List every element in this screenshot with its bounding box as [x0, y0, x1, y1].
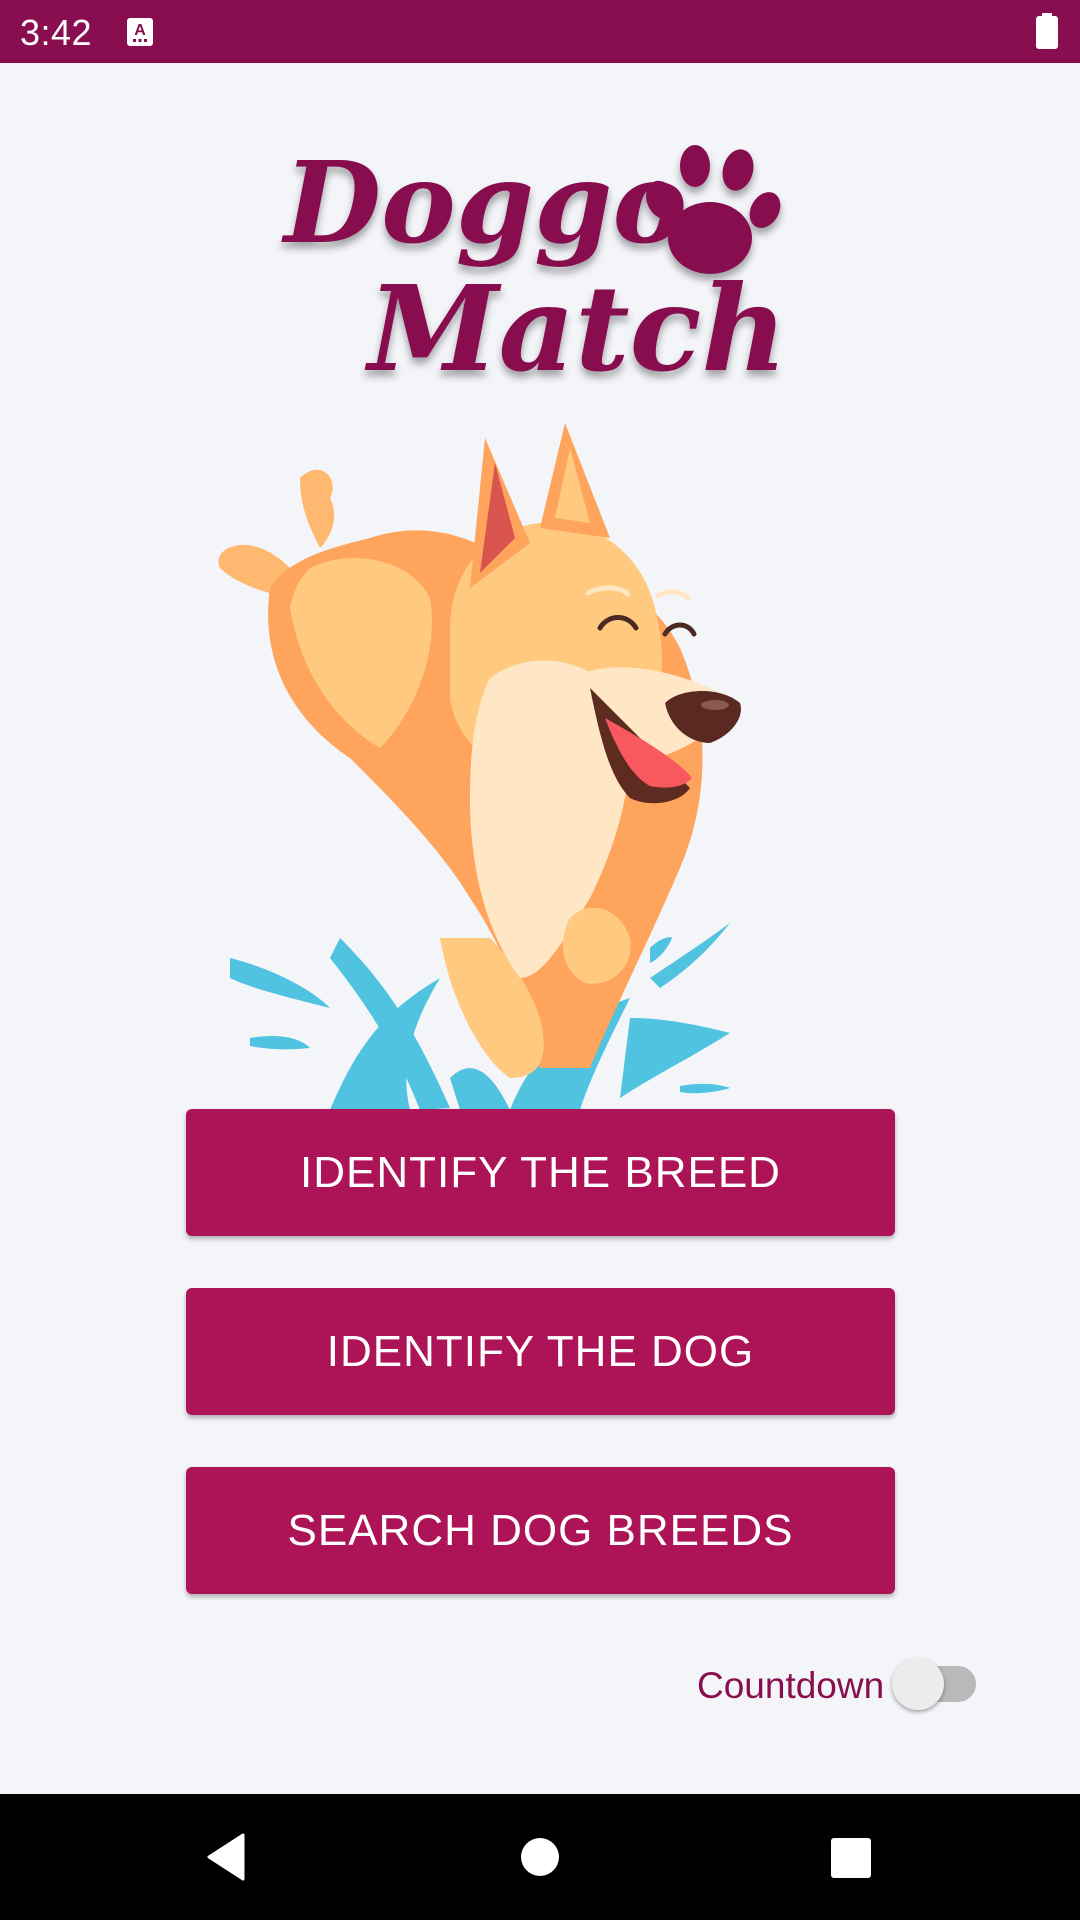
jumping-dog-illustration	[218, 423, 741, 1110]
back-triangle-icon[interactable]	[205, 1833, 245, 1881]
battery-full-icon	[1036, 13, 1058, 49]
identify-dog-button[interactable]: IDENTIFY THE DOG	[186, 1288, 895, 1415]
app-logo: Doggo Match	[281, 138, 787, 398]
recents-square-icon[interactable]	[830, 1837, 872, 1879]
countdown-switch-thumb[interactable]	[892, 1658, 944, 1710]
logo-line1: Doggo	[281, 138, 687, 269]
home-circle-icon[interactable]	[520, 1837, 560, 1877]
logo-line2: Match	[364, 259, 787, 398]
keyboard-a-icon: A	[127, 18, 153, 46]
identify-breed-button[interactable]: IDENTIFY THE BREED	[186, 1109, 895, 1236]
status-time: 3:42	[20, 12, 93, 53]
countdown-label: Countdown	[697, 1665, 885, 1706]
svg-text:A: A	[134, 22, 146, 39]
status-bar: 3:42 A	[0, 0, 1080, 63]
search-dog-breeds-button[interactable]: SEARCH DOG BREEDS	[186, 1467, 895, 1594]
